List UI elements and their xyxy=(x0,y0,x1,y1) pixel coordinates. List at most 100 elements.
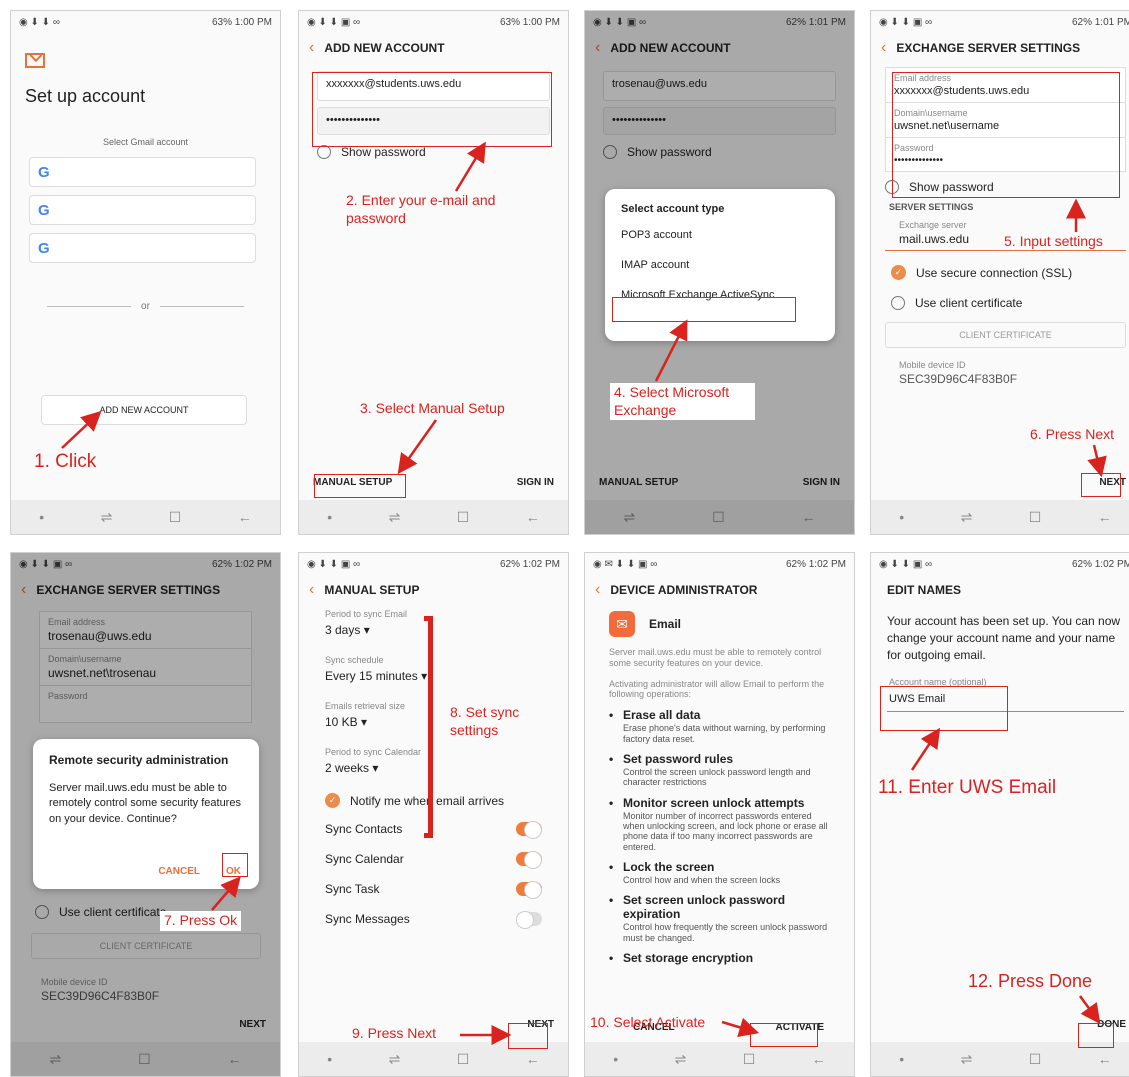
home-icon[interactable]: ☐ xyxy=(457,1051,470,1068)
sync-schedule-dropdown[interactable]: Every 15 minutes ▾ xyxy=(325,669,542,683)
toggle-switch[interactable] xyxy=(516,881,542,899)
back-arrow-icon[interactable]: ‹ xyxy=(21,581,26,599)
status-bar: ◉ ⬇ ⬇ ∞ 63% 1:00 PM xyxy=(11,11,280,33)
home-icon[interactable]: ☐ xyxy=(743,1051,756,1068)
back-icon[interactable]: ← xyxy=(1098,509,1112,525)
home-icon[interactable]: ☐ xyxy=(138,1051,151,1068)
popup-title: Select account type xyxy=(621,203,725,215)
back-icon[interactable]: ← xyxy=(526,509,540,525)
dot-icon[interactable]: • xyxy=(613,1051,618,1067)
show-password-option[interactable]: Show password xyxy=(603,145,836,159)
home-icon[interactable]: ☐ xyxy=(1029,1051,1042,1068)
back-icon[interactable]: ← xyxy=(802,509,816,525)
page-title: DEVICE ADMINISTRATOR xyxy=(610,583,758,597)
period-email-dropdown[interactable]: 3 days ▾ xyxy=(325,623,542,637)
imap-option[interactable]: IMAP account xyxy=(621,259,819,271)
cancel-button[interactable]: CANCEL xyxy=(158,866,200,877)
client-certificate-button[interactable]: CLIENT CERTIFICATE xyxy=(885,322,1126,348)
notify-option[interactable]: ✓ Notify me when email arrives xyxy=(325,793,542,808)
status-icons: ◉ ⬇ ⬇ ▣ ∞ xyxy=(307,558,361,570)
annotation-step-9: 9. Press Next xyxy=(352,1025,437,1041)
highlight-credentials xyxy=(312,72,552,147)
back-arrow-icon[interactable]: ‹ xyxy=(595,39,600,57)
toggle-switch[interactable] xyxy=(516,911,542,929)
dot-icon[interactable]: • xyxy=(899,509,904,525)
add-new-account-button[interactable]: ADD NEW ACCOUNT xyxy=(41,395,247,425)
recent-apps-icon[interactable]: ⇌ xyxy=(101,509,113,526)
home-icon[interactable]: ☐ xyxy=(169,509,182,526)
sync-calendar-toggle[interactable]: Sync Calendar xyxy=(325,851,542,869)
recent-apps-icon[interactable]: ⇌ xyxy=(389,1051,401,1068)
client-cert-option[interactable]: Use client certificate xyxy=(891,296,1126,310)
dot-icon[interactable]: • xyxy=(39,509,44,525)
status-icons: ◉ ⬇ ⬇ ∞ xyxy=(19,16,60,28)
dot-icon[interactable]: • xyxy=(327,1051,332,1067)
sign-in-button[interactable]: SIGN IN xyxy=(803,477,840,488)
back-arrow-icon[interactable]: ‹ xyxy=(309,581,314,599)
permission-item: Set storage encryption xyxy=(609,951,830,965)
period-calendar-dropdown[interactable]: 2 weeks ▾ xyxy=(325,761,542,775)
check-icon: ✓ xyxy=(325,793,340,808)
app-bar: ‹ EXCHANGE SERVER SETTINGS xyxy=(871,33,1129,63)
recent-apps-icon[interactable]: ⇌ xyxy=(49,1051,61,1068)
pop3-option[interactable]: POP3 account xyxy=(621,229,819,241)
email-field[interactable]: trosenau@uws.edu xyxy=(603,71,836,101)
nav-bar: • ⇌ ☐ ← xyxy=(299,500,568,534)
intro-text: Server mail.uws.edu must be able to remo… xyxy=(609,647,822,668)
gmail-account-button[interactable]: G xyxy=(29,157,256,187)
highlight-activate xyxy=(750,1023,818,1047)
client-cert-option[interactable]: Use client certificate xyxy=(35,905,166,919)
sync-contacts-toggle[interactable]: Sync Contacts xyxy=(325,821,542,839)
sync-messages-toggle[interactable]: Sync Messages xyxy=(325,911,542,929)
highlight-ok xyxy=(222,853,248,877)
status-icons: ◉ ⬇ ⬇ ▣ ∞ xyxy=(19,558,73,570)
toggle-switch[interactable] xyxy=(516,851,542,869)
next-button[interactable]: NEXT xyxy=(239,1019,266,1030)
recent-apps-icon[interactable]: ⇌ xyxy=(961,1051,973,1068)
sync-task-toggle[interactable]: Sync Task xyxy=(325,881,542,899)
password-field[interactable]: Password xyxy=(40,686,251,722)
back-arrow-icon[interactable]: ‹ xyxy=(881,39,886,57)
home-icon[interactable]: ☐ xyxy=(457,509,470,526)
client-certificate-button[interactable]: CLIENT CERTIFICATE xyxy=(31,933,261,959)
home-icon[interactable]: ☐ xyxy=(1029,509,1042,526)
highlight-exchange-fields xyxy=(892,72,1120,198)
domain-field[interactable]: Domain\username uwsnet.net\trosenau xyxy=(40,649,251,686)
email-field[interactable]: Email address trosenau@uws.edu xyxy=(40,612,251,649)
status-time: 62% 1:02 PM xyxy=(499,558,560,570)
permission-item: Erase all dataErase phone's data without… xyxy=(609,708,830,744)
google-icon: G xyxy=(38,163,50,181)
show-password-option[interactable]: Show password xyxy=(317,145,550,159)
dot-icon[interactable]: • xyxy=(327,509,332,525)
nav-bar: ⇌ ☐ ← xyxy=(11,1042,280,1076)
back-icon[interactable]: ← xyxy=(526,1051,540,1067)
gmail-account-button[interactable]: G xyxy=(29,233,256,263)
ssl-option[interactable]: ✓ Use secure connection (SSL) xyxy=(891,265,1126,280)
recent-apps-icon[interactable]: ⇌ xyxy=(675,1051,687,1068)
password-field[interactable]: •••••••••••••• xyxy=(603,107,836,135)
back-arrow-icon[interactable]: ‹ xyxy=(595,581,600,599)
toggle-switch[interactable] xyxy=(516,821,542,839)
back-arrow-icon[interactable]: ‹ xyxy=(309,39,314,57)
recent-apps-icon[interactable]: ⇌ xyxy=(961,509,973,526)
manual-setup-button[interactable]: MANUAL SETUP xyxy=(599,477,678,488)
screen-select-account-type: ◉ ⬇ ⬇ ▣ ∞ 62% 1:01 PM ‹ ADD NEW ACCOUNT tr… xyxy=(584,10,855,535)
back-icon[interactable]: ← xyxy=(1098,1051,1112,1067)
annotation-step-5: 5. Input settings xyxy=(1004,233,1103,249)
page-title: EXCHANGE SERVER SETTINGS xyxy=(36,583,221,597)
recent-apps-icon[interactable]: ⇌ xyxy=(389,509,401,526)
home-icon[interactable]: ☐ xyxy=(712,509,725,526)
recent-apps-icon[interactable]: ⇌ xyxy=(623,509,635,526)
screen-remote-security: ◉ ⬇ ⬇ ▣ ∞ 62% 1:02 PM ‹ EXCHANGE SERVER SE… xyxy=(10,552,281,1077)
screen-edit-names: ◉ ⬇ ⬇ ▣ ∞ 62% 1:02 PM EDIT NAMES Your acc… xyxy=(870,552,1129,1077)
status-bar: ◉ ✉ ⬇ ⬇ ▣ ∞ 62% 1:02 PM xyxy=(585,553,854,575)
dot-icon[interactable]: • xyxy=(899,1051,904,1067)
gmail-account-button[interactable]: G xyxy=(29,195,256,225)
screen-device-administrator: ◉ ✉ ⬇ ⬇ ▣ ∞ 62% 1:02 PM ‹ DEVICE ADMINISTR… xyxy=(584,552,855,1077)
back-icon[interactable]: ← xyxy=(238,509,252,525)
check-icon: ✓ xyxy=(891,265,906,280)
nav-bar: • ⇌ ☐ ← xyxy=(871,500,1129,534)
sign-in-button[interactable]: SIGN IN xyxy=(517,477,554,488)
back-icon[interactable]: ← xyxy=(812,1051,826,1067)
back-icon[interactable]: ← xyxy=(228,1051,242,1067)
